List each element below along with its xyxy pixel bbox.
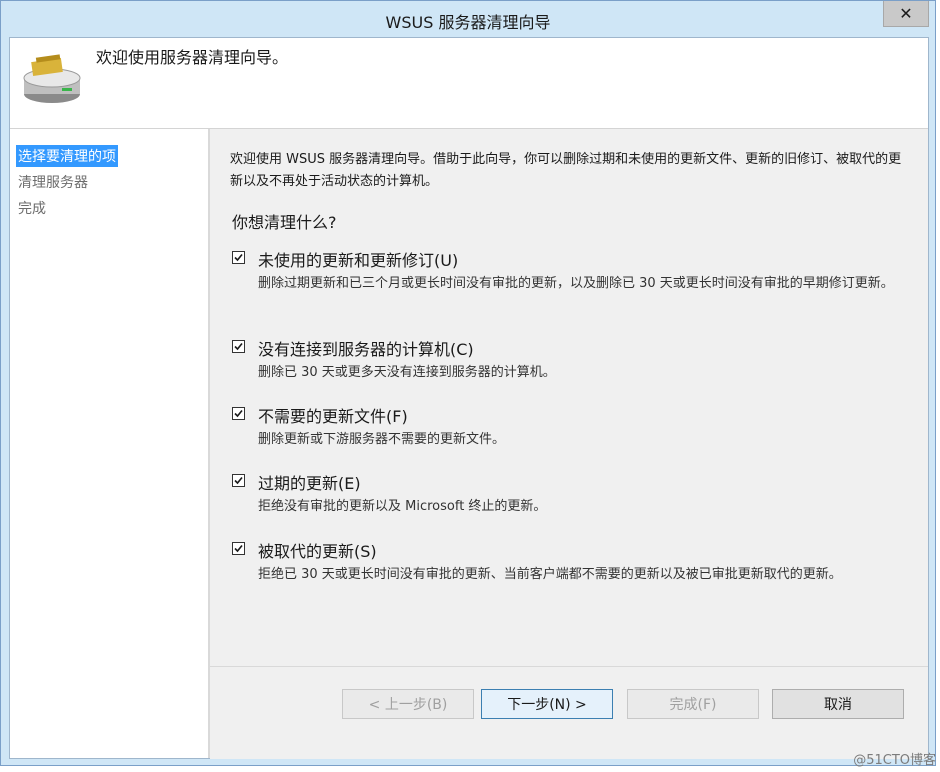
cleanup-question: 你想清理什么? — [232, 213, 337, 232]
disconnected-computers-description: 删除已 30 天或更多天没有连接到服务器的计算机。 — [258, 365, 556, 380]
checkmark-icon — [234, 544, 243, 553]
superseded-updates-label[interactable]: 被取代的更新(S) — [258, 538, 377, 562]
wizard-window: WSUS 服务器清理向导 ✕ 欢迎使用服务器清理向导。 选择要清理的项 清理服务… — [0, 0, 936, 766]
superseded-updates-checkbox[interactable] — [232, 542, 245, 555]
checkmark-icon — [234, 476, 243, 485]
back-button[interactable]: < 上一步(B) — [342, 689, 474, 719]
button-bar: < 上一步(B) 下一步(N) > 完成(F) 取消 — [210, 666, 928, 759]
unused-updates-label[interactable]: 未使用的更新和更新修订(U) — [258, 247, 458, 271]
disconnected-computers-label[interactable]: 没有连接到服务器的计算机(C) — [258, 336, 474, 360]
expired-updates-checkbox[interactable] — [232, 474, 245, 487]
intro-text: 欢迎使用 WSUS 服务器清理向导。借助于此向导，你可以删除过期和未使用的更新文… — [230, 152, 902, 189]
header-title: 欢迎使用服务器清理向导。 — [96, 48, 289, 67]
close-button[interactable]: ✕ — [883, 1, 929, 27]
sidebar-item-select-items[interactable]: 选择要清理的项 — [16, 145, 118, 167]
window-title: WSUS 服务器清理向导 — [385, 13, 551, 32]
unused-updates-description: 删除过期更新和已三个月或更长时间没有审批的更新，以及删除已 30 天或更长时间没… — [258, 276, 894, 291]
wizard-steps-sidebar: 选择要清理的项 清理服务器 完成 — [10, 129, 210, 758]
watermark: @51CTO博客 — [853, 753, 936, 768]
next-button[interactable]: 下一步(N) > — [481, 689, 613, 719]
superseded-updates-description: 拒绝已 30 天或更长时间没有审批的更新、当前客户端都不需要的更新以及被已审批更… — [258, 567, 842, 582]
wizard-header: 欢迎使用服务器清理向导。 — [10, 38, 928, 129]
checkmark-icon — [234, 342, 243, 351]
wizard-content: 欢迎使用服务器清理向导。 选择要清理的项 清理服务器 完成 欢迎使用 WSUS … — [9, 37, 929, 759]
finish-button[interactable]: 完成(F) — [627, 689, 759, 719]
server-cleanup-icon — [23, 54, 81, 103]
sidebar-item-cleanup-server[interactable]: 清理服务器 — [16, 171, 90, 193]
sidebar-item-finish[interactable]: 完成 — [16, 197, 48, 219]
expired-updates-description: 拒绝没有审批的更新以及 Microsoft 终止的更新。 — [258, 499, 547, 514]
close-icon: ✕ — [899, 4, 913, 23]
disconnected-computers-checkbox[interactable] — [232, 340, 245, 353]
checkmark-icon — [234, 409, 243, 418]
unneeded-files-checkbox[interactable] — [232, 407, 245, 420]
wizard-main-panel: 欢迎使用 WSUS 服务器清理向导。借助于此向导，你可以删除过期和未使用的更新文… — [210, 129, 928, 759]
unused-updates-checkbox[interactable] — [232, 251, 245, 264]
expired-updates-label[interactable]: 过期的更新(E) — [258, 470, 361, 494]
unneeded-files-label[interactable]: 不需要的更新文件(F) — [258, 403, 408, 427]
cancel-button[interactable]: 取消 — [772, 689, 904, 719]
unneeded-files-description: 删除更新或下游服务器不需要的更新文件。 — [258, 432, 506, 447]
checkmark-icon — [234, 253, 243, 262]
title-bar: WSUS 服务器清理向导 ✕ — [1, 1, 935, 37]
